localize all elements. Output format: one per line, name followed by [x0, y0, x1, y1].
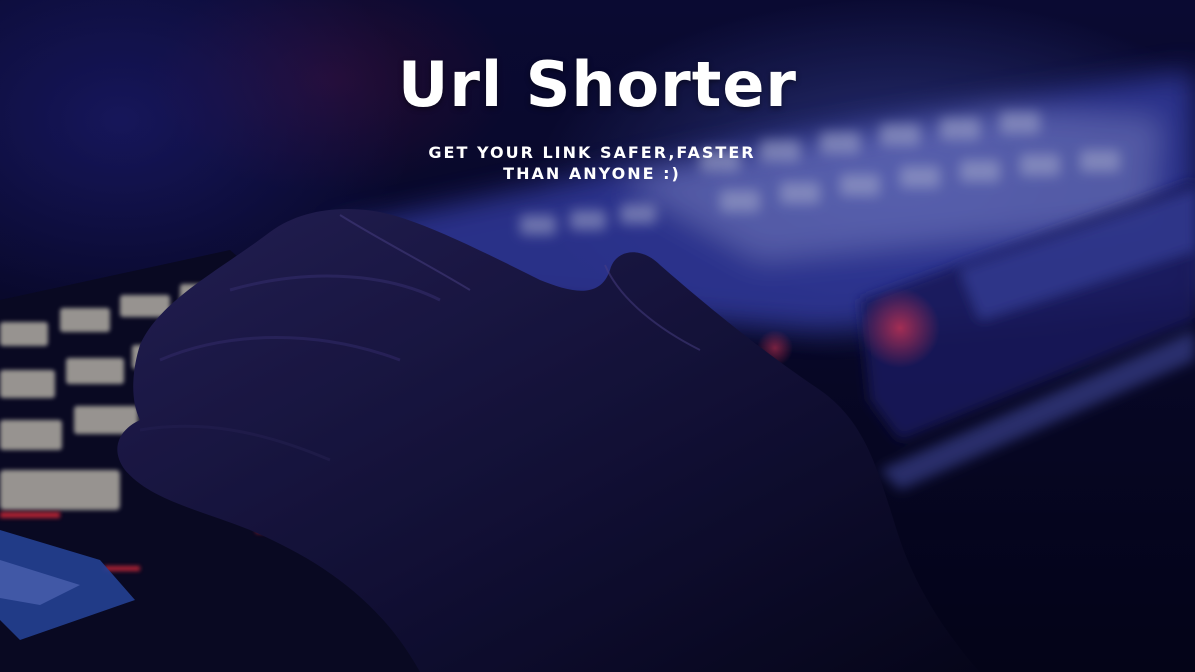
page-title: Url Shorter [398, 48, 797, 121]
tagline-text: GET YOUR LINK SAFER,FASTER THAN ANYONE :… [428, 143, 756, 183]
hero-banner: Url Shorter GET YOUR LINK SAFER,FASTER T… [0, 0, 1195, 672]
